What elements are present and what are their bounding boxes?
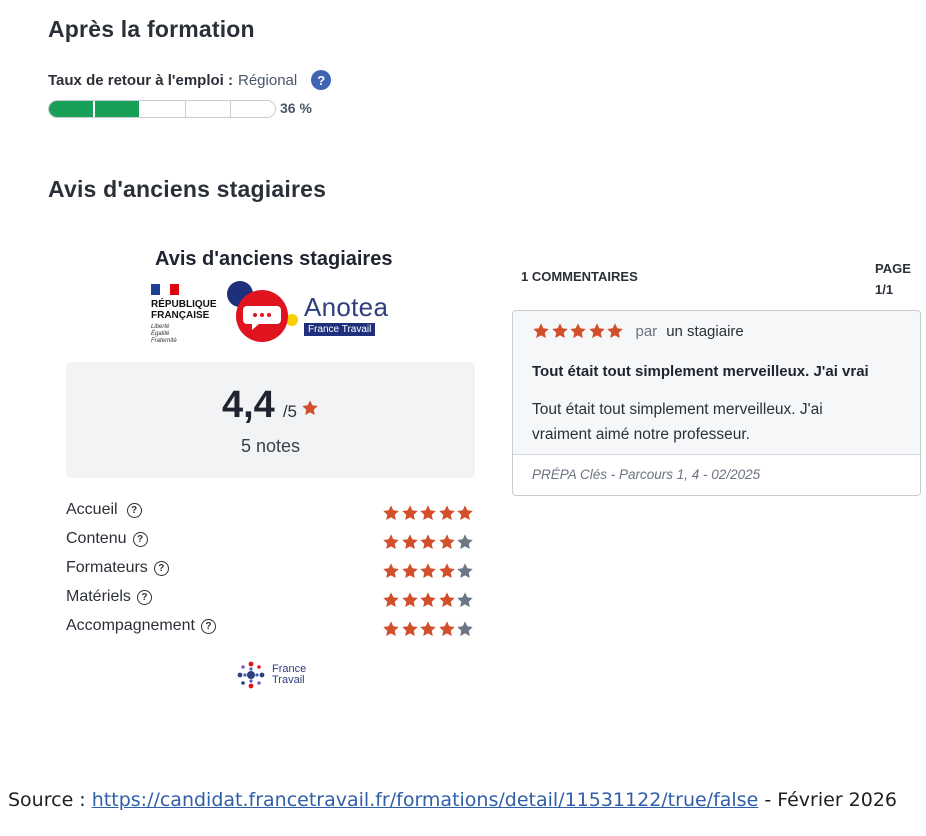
help-icon[interactable]: ? <box>126 502 142 518</box>
criterion-label: Contenu <box>66 530 127 547</box>
anotea-logo-subtitle: France Travail <box>304 323 376 336</box>
star-empty-icon <box>457 534 473 550</box>
star-empty-icon <box>457 592 473 608</box>
criterion-formateurs: Formateurs ? <box>66 559 169 577</box>
source-prefix: Source : <box>8 789 92 811</box>
source-line: Source : https://candidat.francetravail.… <box>8 789 897 811</box>
pagination: PAGE 1/1 <box>875 258 911 300</box>
average-score: 4,4 <box>221 384 275 426</box>
star-filled-icon <box>588 323 605 339</box>
anotea-logo-text: Anotea <box>304 292 389 322</box>
star-filled-icon <box>551 323 568 339</box>
section-title-reviews: Avis d'anciens stagiaires <box>48 176 327 202</box>
section-title-after-training: Après la formation <box>48 16 255 42</box>
star-empty-icon <box>457 563 473 579</box>
criterion-contenu: Contenu ? <box>66 530 148 548</box>
star-filled-icon <box>401 592 418 608</box>
star-filled-icon <box>401 534 418 550</box>
source-link[interactable]: https://candidat.francetravail.fr/format… <box>92 789 759 811</box>
star-filled-icon <box>383 621 399 637</box>
rf-motto-2: Égalité <box>151 331 170 337</box>
star-filled-icon <box>401 621 418 637</box>
star-filled-icon <box>420 621 436 637</box>
page-value: 1/1 <box>875 282 894 297</box>
french-flag-icon <box>151 284 179 295</box>
comment-rating: par un stagiaire <box>532 322 744 340</box>
star-filled-icon <box>438 563 455 579</box>
ft-logo-line2: Travail <box>272 674 305 686</box>
star-filled-icon <box>570 323 586 339</box>
help-icon[interactable]: ? <box>311 70 332 90</box>
star-filled-icon <box>420 592 436 608</box>
star-icon <box>301 399 319 422</box>
star-filled-icon <box>383 505 399 521</box>
progress-segment-filled <box>49 101 95 117</box>
rf-logo-line1: RÉPUBLIQUE <box>151 299 217 310</box>
widget-title: Avis d'anciens stagiaires <box>155 248 393 270</box>
page-label: PAGE <box>875 261 911 276</box>
progress-segment-filled <box>95 101 141 117</box>
star-filled-icon <box>607 323 623 339</box>
comment-par: par <box>635 322 658 340</box>
source-suffix: - Février 2026 <box>758 789 898 811</box>
criterion-stars <box>382 562 475 580</box>
score-max: /5 <box>282 402 297 421</box>
star-filled-icon <box>401 563 418 579</box>
star-filled-icon <box>438 505 455 521</box>
star-filled-icon <box>383 534 399 550</box>
criterion-stars <box>382 504 475 522</box>
employment-rate-percent: 36 % <box>280 100 312 116</box>
anotea-logo-icon <box>227 281 298 342</box>
criterion-stars <box>382 533 475 551</box>
notes-count: 5 notes <box>240 436 301 456</box>
employment-rate-label: Taux de retour à l'emploi : <box>48 71 233 89</box>
rf-motto-1: Liberté <box>151 324 170 330</box>
score-summary: 4,4 /5 5 notes <box>66 362 475 478</box>
star-filled-icon <box>420 563 436 579</box>
star-empty-icon <box>457 621 473 637</box>
france-travail-icon <box>237 661 265 689</box>
criterion-label: Accompagnement <box>66 617 195 634</box>
star-filled-icon <box>401 505 418 521</box>
criterion-label: Accueil <box>66 501 118 518</box>
progress-segment-empty <box>186 101 231 117</box>
comment-author: un stagiaire <box>666 322 744 340</box>
star-filled-icon <box>457 505 473 521</box>
comment-card: par un stagiaire Tout était tout simplem… <box>512 310 921 496</box>
rf-motto-3: Fraternité <box>151 338 177 344</box>
criterion-stars <box>382 591 475 609</box>
star-filled-icon <box>383 563 399 579</box>
employment-rate-scope: Régional <box>238 71 298 89</box>
star-filled-icon <box>438 592 455 608</box>
help-icon[interactable]: ? <box>153 560 169 576</box>
comment-title: Tout était tout simplement merveilleux. … <box>532 363 869 380</box>
criterion-label: Formateurs <box>66 559 148 576</box>
star-filled-icon <box>420 534 436 550</box>
help-icon[interactable]: ? <box>200 618 216 634</box>
help-icon[interactable]: ? <box>132 531 148 547</box>
republique-francaise-logo: RÉPUBLIQUE FRANÇAISE Liberté Égalité Fra… <box>151 284 226 346</box>
star-filled-icon <box>383 592 399 608</box>
star-filled-icon <box>420 505 436 521</box>
comment-text: Tout était tout simplement merveilleux. … <box>532 401 823 443</box>
criterion-accompagnement: Accompagnement ? <box>66 617 216 635</box>
employment-rate-row: Taux de retour à l'emploi : Régional ? <box>48 70 332 90</box>
progress-segment-empty <box>141 101 186 117</box>
star-filled-icon <box>438 621 455 637</box>
star-filled-icon <box>438 534 455 550</box>
criterion-stars <box>382 620 475 638</box>
comments-count: 1 COMMENTAIRES <box>521 269 638 284</box>
comment-stars <box>532 322 625 340</box>
progress-segment-empty <box>231 101 275 117</box>
france-travail-logo: France Travail <box>236 660 306 690</box>
criterion-label: Matériels <box>66 588 131 605</box>
rf-logo-line2: FRANÇAISE <box>151 310 210 321</box>
star-filled-icon <box>533 323 549 339</box>
criterion-accueil: Accueil ? <box>66 501 142 519</box>
comment-footer: PRÉPA Clés - Parcours 1, 4 - 02/2025 <box>513 454 920 495</box>
comment-formation: PRÉPA Clés - Parcours 1, 4 - 02/2025 <box>532 467 761 482</box>
criterion-materiels: Matériels ? <box>66 588 152 606</box>
help-icon[interactable]: ? <box>136 589 152 605</box>
employment-rate-progress-bar <box>48 100 276 118</box>
